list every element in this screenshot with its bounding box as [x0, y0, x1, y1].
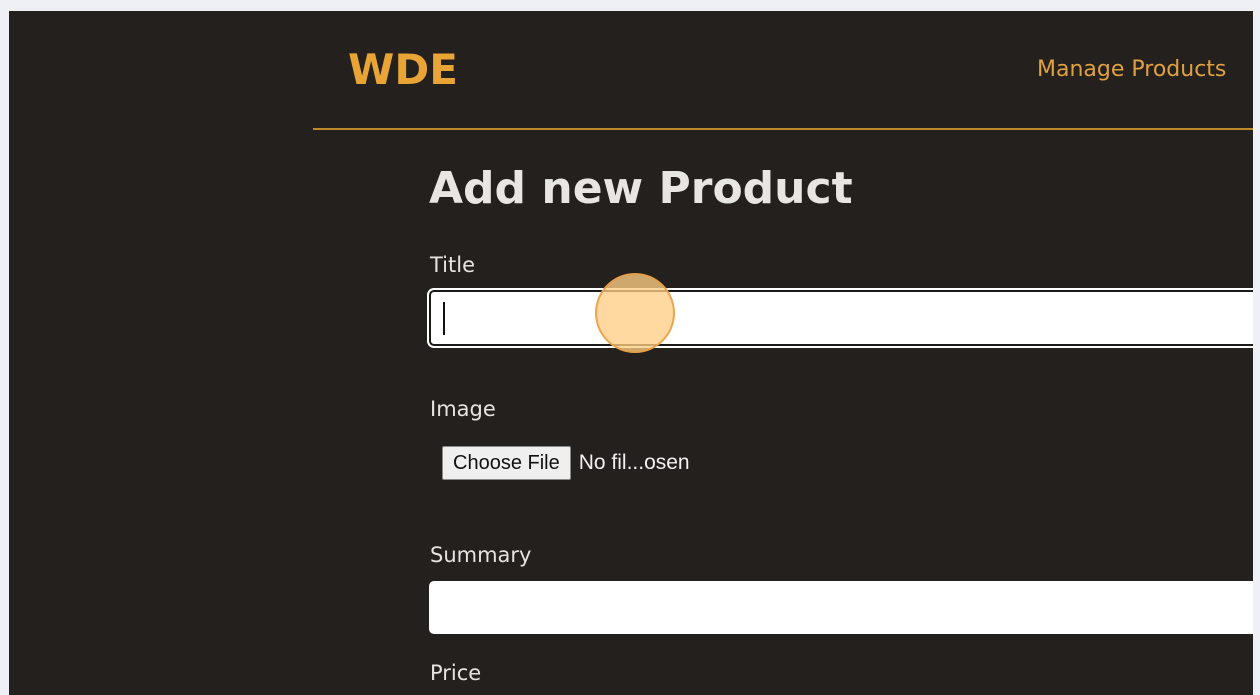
header-divider — [313, 128, 1253, 130]
title-input[interactable] — [429, 290, 1253, 346]
choose-file-button[interactable]: Choose File — [442, 446, 571, 480]
image-label: Image — [430, 397, 496, 421]
file-status-text: No fil...osen — [578, 451, 690, 474]
nav-manage-products[interactable]: Manage Products — [1037, 57, 1226, 83]
text-caret — [443, 302, 445, 335]
summary-label: Summary — [430, 543, 532, 567]
price-label: Price — [430, 661, 482, 685]
image-file-picker[interactable]: Choose File No fil...osen — [442, 446, 690, 480]
summary-input[interactable] — [429, 581, 1253, 634]
brand-logo[interactable]: WDE — [348, 45, 458, 95]
title-label: Title — [430, 253, 476, 277]
page-title: Add new Product — [429, 163, 853, 214]
app-viewport: WDE Manage Products Add new Product Titl… — [9, 11, 1253, 695]
